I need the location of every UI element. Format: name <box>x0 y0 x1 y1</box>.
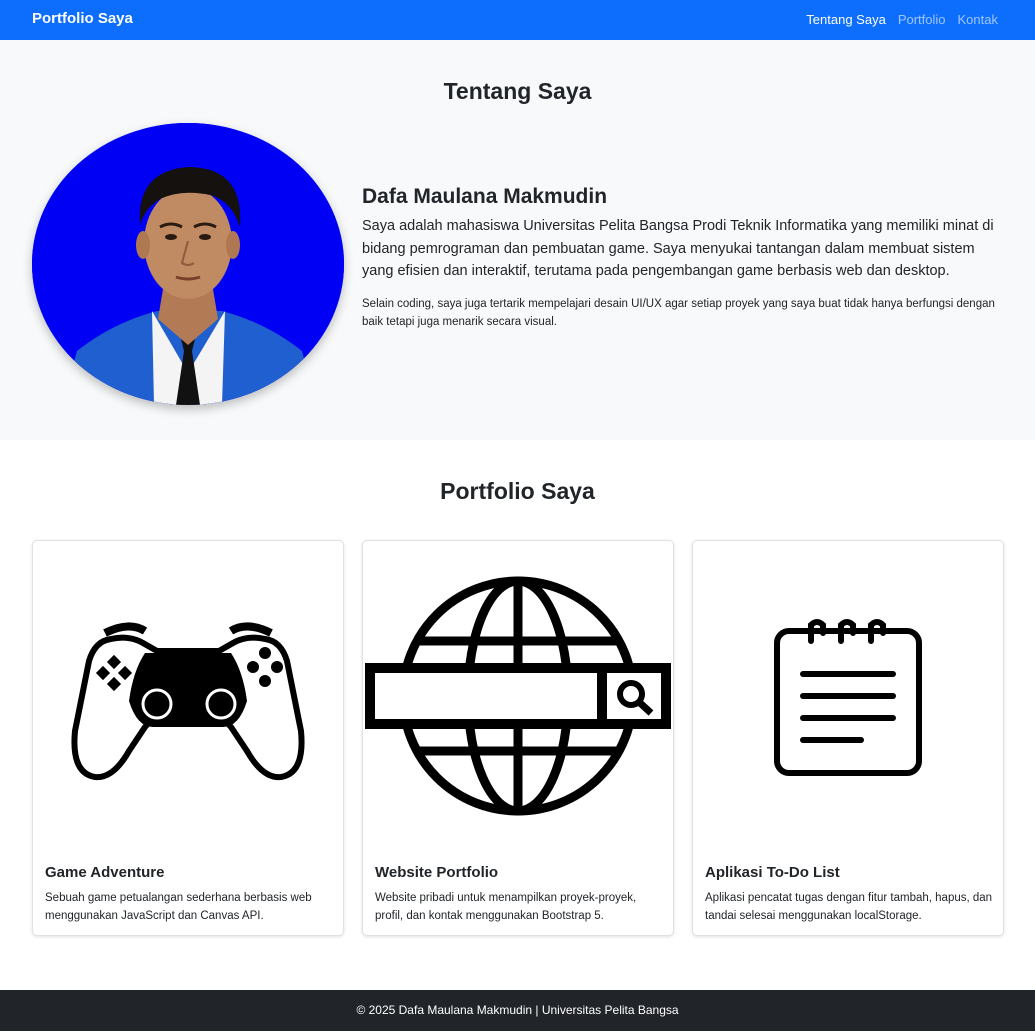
card-text: Aplikasi pencatat tugas dengan fitur tam… <box>705 892 993 922</box>
nav-links: Tentang Saya Portfolio Kontak <box>806 12 998 27</box>
nav-link-tentang-saya[interactable]: Tentang Saya <box>806 12 886 27</box>
nav-link-kontak[interactable]: Kontak <box>958 12 998 27</box>
navbar: Portfolio Saya Tentang Saya Portfolio Ko… <box>0 0 1035 40</box>
card-image <box>363 541 673 853</box>
card-text: Sebuah game petualangan sederhana berbas… <box>45 892 312 922</box>
about-section: Tentang Saya Dafa Maulana Makmudin Saya … <box>0 40 1035 440</box>
card-image <box>33 541 343 853</box>
about-detail-text: Selain coding, saya juga tertarik mempel… <box>362 298 995 328</box>
navbar-brand[interactable]: Portfolio Saya <box>32 10 133 27</box>
card-image <box>693 541 1003 853</box>
portfolio-card-website-portfolio[interactable]: Website Portfolio Website pribadi untuk … <box>362 540 674 936</box>
portfolio-card-todo-list[interactable]: Aplikasi To-Do List Aplikasi pencatat tu… <box>692 540 1004 936</box>
card-title: Game Adventure <box>45 864 165 881</box>
profile-photo <box>32 123 344 405</box>
card-title: Aplikasi To-Do List <box>705 864 840 881</box>
nav-link-portfolio[interactable]: Portfolio <box>898 12 946 27</box>
card-text: Website pribadi untuk menampilkan proyek… <box>375 892 637 922</box>
gamepad-icon <box>71 622 305 781</box>
notepad-icon <box>774 619 922 776</box>
card-title: Website Portfolio <box>375 864 499 881</box>
portfolio-title: Portfolio Saya <box>440 478 595 504</box>
about-lead-text: Saya adalah mahasiswa Universitas Pelita… <box>362 218 994 279</box>
globe-search-icon <box>365 576 671 816</box>
footer-text: © 2025 Dafa Maulana Makmudin | Universit… <box>356 1003 679 1017</box>
footer: © 2025 Dafa Maulana Makmudin | Universit… <box>0 990 1035 1031</box>
person-portrait-icon <box>32 123 344 405</box>
portfolio-card-game-adventure[interactable]: Game Adventure Sebuah game petualangan s… <box>32 540 344 936</box>
about-title: Tentang Saya <box>443 78 592 104</box>
about-name: Dafa Maulana Makmudin <box>362 185 608 208</box>
